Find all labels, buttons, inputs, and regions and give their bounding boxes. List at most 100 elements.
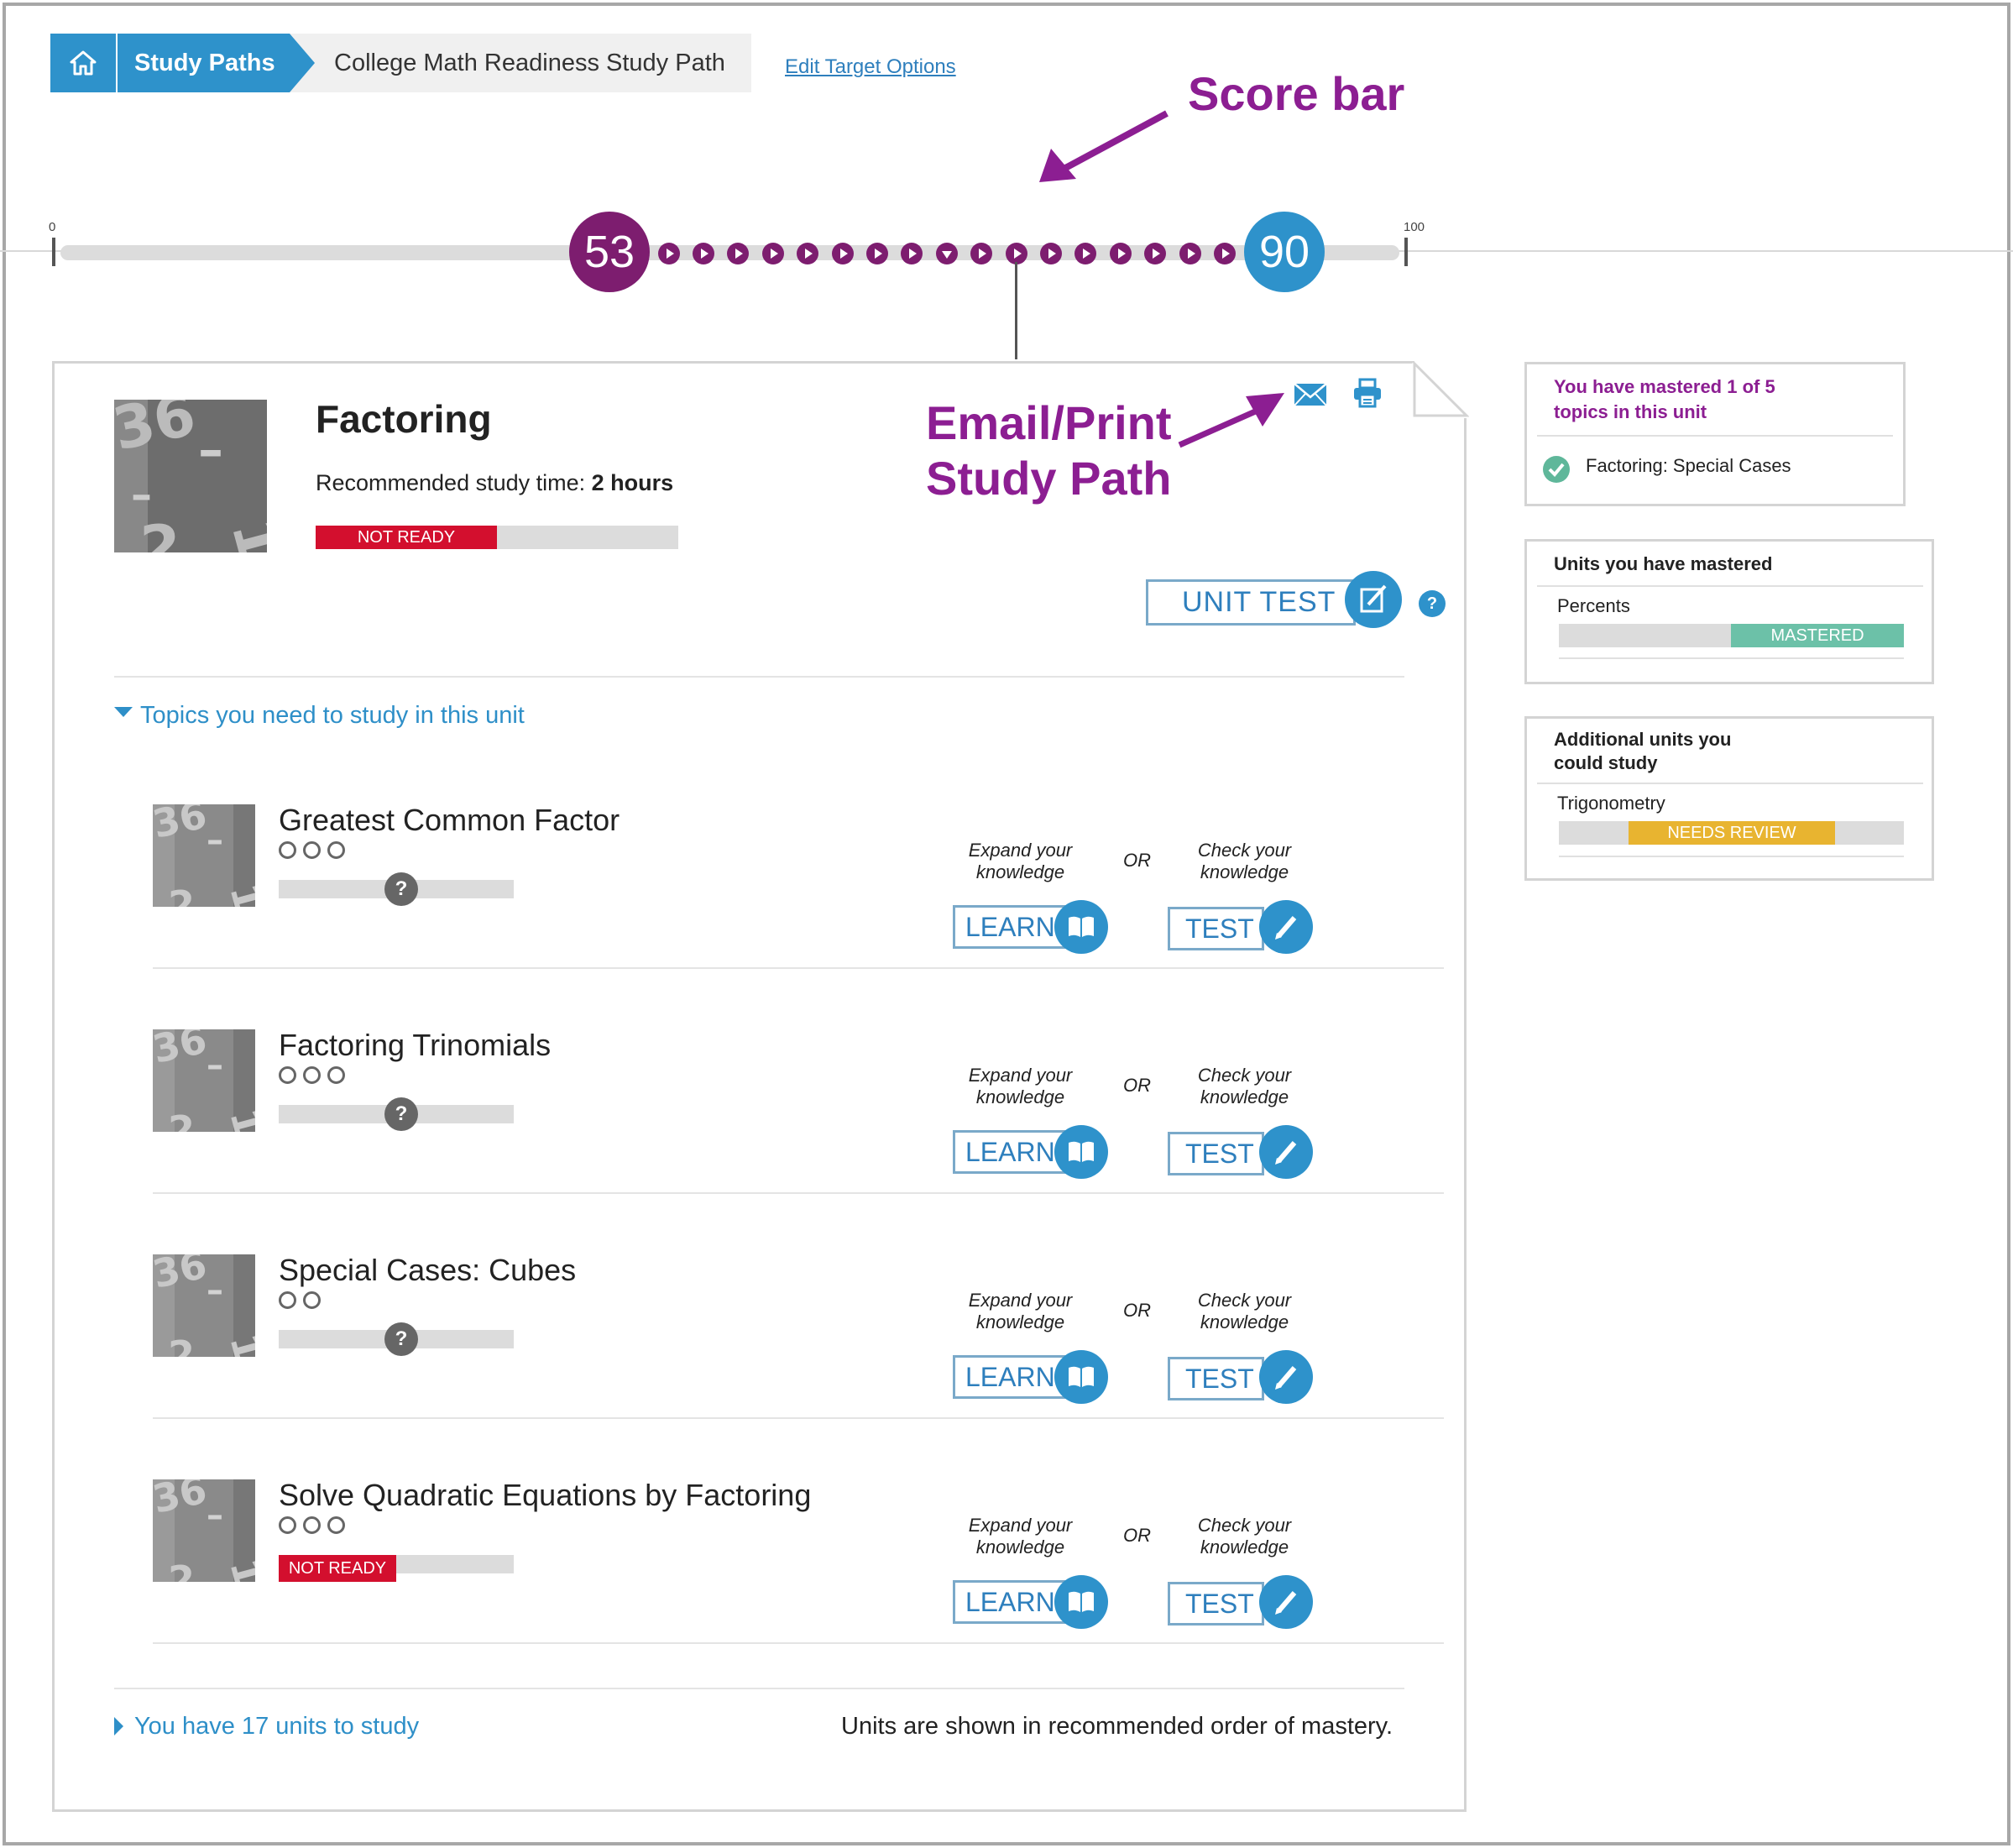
test-button[interactable]: TEST [1168,1357,1264,1400]
expand-knowledge-label: Expand your knowledge [951,1515,1090,1558]
learn-button[interactable]: LEARN [953,905,1066,949]
progress-circle-icon [279,1066,296,1084]
envelope-icon[interactable] [1293,381,1328,408]
annotation-arrow [1178,393,1284,448]
progress-circle-icon [327,841,345,859]
topic-title[interactable]: Factoring Trinomials [279,1028,551,1063]
printer-icon[interactable] [1352,378,1383,408]
test-button[interactable]: TEST [1168,1582,1264,1626]
mastered-topics-title-1: You have mastered 1 of 5 [1554,376,1775,397]
target-score-bubble[interactable]: 90 [1244,212,1325,292]
check-line-2: knowledge [1200,1311,1289,1332]
or-label: OR [1123,1075,1151,1096]
additional-unit-item[interactable]: Trigonometry [1557,793,1665,814]
score-step-dot [1144,243,1166,264]
topic-title[interactable]: Greatest Common Factor [279,803,620,838]
help-icon[interactable]: ? [1419,590,1446,617]
svg-text:2: 2 [168,1332,195,1357]
expand-knowledge-label: Expand your knowledge [951,840,1090,883]
pencil-icon[interactable] [1259,1575,1313,1629]
mastered-unit-item[interactable]: Percents [1557,595,1630,617]
topic-status-unknown[interactable]: ? [384,1097,418,1131]
topic-thumbnail: 36–182 [153,1029,255,1132]
book-icon[interactable] [1054,900,1108,954]
svg-text:2: 2 [168,1107,195,1132]
pencil-icon[interactable] [1259,1125,1313,1179]
home-button[interactable] [50,34,116,92]
score-step-dot [1214,243,1236,264]
recommended-time-label: Recommended study time: [316,470,592,495]
expand-line-2: knowledge [975,1537,1065,1557]
score-bar-annotation: Score bar [1188,67,1405,120]
check-line-1: Check your [1197,1515,1292,1536]
score-step-dot [727,243,749,264]
topics-toggle[interactable]: Topics you need to study in this unit [140,702,525,730]
current-score-bubble[interactable]: 53 [569,212,650,292]
progress-circle-icon [327,1516,345,1534]
recommended-time: Recommended study time: 2 hours [316,470,673,496]
progress-circle-icon [279,841,296,859]
score-max-label: 100 [1404,220,1425,234]
score-step-dot [832,243,854,264]
score-marker-dot [936,243,958,264]
unit-status-badge: NOT READY [316,526,497,549]
units-to-study-link[interactable]: You have 17 units to study [134,1713,419,1741]
test-button[interactable]: TEST [1168,1132,1264,1175]
topic-title[interactable]: Solve Quadratic Equations by Factoring [279,1478,811,1513]
check-line-2: knowledge [1200,1537,1289,1557]
unit-status-bar: NOT READY [316,526,678,549]
unit-test-icon[interactable] [1345,571,1402,628]
progress-circle-icon [303,841,321,859]
score-min-label: 0 [49,220,56,234]
edit-target-options-link[interactable]: Edit Target Options [785,55,956,79]
mastered-topic-item[interactable]: Factoring: Special Cases [1586,455,1791,477]
book-icon[interactable] [1054,1575,1108,1629]
topic-status-unknown[interactable]: ? [384,872,418,906]
topic-progress-circles [279,1291,327,1313]
check-knowledge-label: Check your knowledge [1175,1515,1314,1558]
expand-line-1: Expand your [968,1515,1073,1536]
topic-title[interactable]: Special Cases: Cubes [279,1253,576,1288]
chevron-right-icon[interactable] [114,1717,123,1735]
check-line-1: Check your [1197,1290,1292,1311]
topic-progress-circles [279,841,352,863]
book-icon[interactable] [1054,1350,1108,1404]
svg-text:–: – [207,1496,223,1535]
panel-divider [1537,783,1923,784]
expand-knowledge-label: Expand your knowledge [951,1290,1090,1333]
divider [153,967,1444,969]
additional-units-title-1: Additional units you [1554,729,1732,750]
unit-test-button[interactable]: UNIT TEST [1146,579,1356,626]
progress-circle-icon [303,1066,321,1084]
mastered-topics-title-2: topics in this unit [1554,401,1707,422]
score-step-dot [1110,243,1132,264]
expand-knowledge-label: Expand your knowledge [951,1065,1090,1108]
needs-review-badge: NEEDS REVIEW [1629,821,1835,845]
or-label: OR [1123,850,1151,871]
book-icon[interactable] [1054,1125,1108,1179]
card-fold-corner [1412,361,1469,418]
svg-text:2: 2 [168,1557,195,1582]
recommended-time-value: 2 hours [591,470,674,495]
breadcrumb-separator [290,34,315,92]
topic-status-unknown[interactable]: ? [384,1322,418,1356]
svg-text:–: – [131,470,152,519]
learn-button[interactable]: LEARN [953,1355,1066,1399]
test-button[interactable]: TEST [1168,907,1264,950]
expand-line-1: Expand your [968,1065,1073,1086]
topic-status-badge: NOT READY [279,1555,396,1582]
divider [114,1688,1404,1689]
score-step-dot [1074,243,1096,264]
mastered-topics-panel: You have mastered 1 of 5 topics in this … [1524,362,1906,506]
svg-text:2: 2 [168,882,195,907]
svg-text:–: – [207,1046,223,1085]
learn-button[interactable]: LEARN [953,1130,1066,1174]
breadcrumb-study-paths[interactable]: Study Paths [118,34,290,92]
pencil-icon[interactable] [1259,1350,1313,1404]
expand-line-2: knowledge [975,1311,1065,1332]
chevron-down-icon[interactable] [114,707,133,717]
email-print-annotation-line2: Study Path [926,452,1172,505]
learn-button[interactable]: LEARN [953,1580,1066,1624]
mastered-badge: MASTERED [1731,624,1904,647]
pencil-icon[interactable] [1259,900,1313,954]
